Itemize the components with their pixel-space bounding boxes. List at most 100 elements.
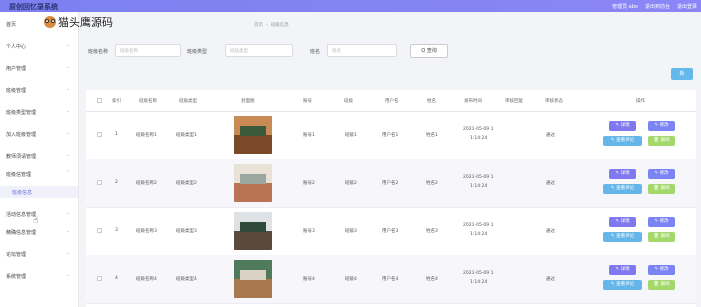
row-checkbox[interactable] xyxy=(97,132,102,137)
cell-index: 1 xyxy=(115,132,118,137)
th-class: 班级 xyxy=(344,99,353,104)
cell-status: 通过 xyxy=(546,277,555,282)
cell-account: 账号3 xyxy=(303,229,315,234)
sidebar-item-join-class[interactable]: 加入班级管理 ⌄ xyxy=(0,128,78,140)
cell-type: 班级类型3 xyxy=(176,229,197,234)
cell-status: 通过 xyxy=(546,181,555,186)
th-index: 索引 xyxy=(112,99,121,104)
class-name-input[interactable]: 班级名称 xyxy=(115,44,181,57)
breadcrumb-home[interactable]: 首页 xyxy=(254,23,263,28)
chevron-down-icon: ⌄ xyxy=(65,108,70,114)
detail-button[interactable]: ✎ 详情 xyxy=(609,217,636,227)
logout-link[interactable]: 退出登录 xyxy=(677,3,697,10)
cell-account: 账号4 xyxy=(303,277,315,282)
cell-realname: 姓名1 xyxy=(426,133,438,138)
detail-button[interactable]: ✎ 详情 xyxy=(609,121,636,131)
table-row: 3 班级名称3 班级类型3 账号3 班级3 用户名3 姓名3 2021-05-0… xyxy=(86,207,696,256)
header-links: 管理员 abo 退出到前台 退出登录 xyxy=(612,3,697,10)
cell-name: 班级名称3 xyxy=(136,229,157,234)
sidebar-item-teacher[interactable]: 教师须请管理 ⌄ xyxy=(0,150,78,162)
cell-realname: 姓名4 xyxy=(426,277,438,282)
view-comments-button[interactable]: ✎ 查看评论 xyxy=(603,280,642,290)
top-bar: 原创回忆录系统 管理员 abo 退出到前台 退出登录 xyxy=(0,0,701,12)
class-input[interactable]: 班名 xyxy=(327,44,397,57)
class-type-input[interactable]: 班级类型 xyxy=(225,44,293,57)
table-row: 2 班级名称2 班级类型2 账号2 班级2 用户名2 姓名2 2021-05-0… xyxy=(86,159,696,208)
cell-class: 班级4 xyxy=(345,277,357,282)
breadcrumb-current: 班级信息 xyxy=(270,23,289,28)
cell-username: 用户名4 xyxy=(382,277,399,282)
row-checkbox[interactable] xyxy=(97,228,102,233)
cell-status: 通过 xyxy=(546,229,555,234)
cell-class: 班级2 xyxy=(345,181,357,186)
table-header: 索引 班级名称 班级类型 封面图 账号 班级 用户名 姓名 发布时间 审核回复 … xyxy=(86,90,696,112)
chevron-down-icon: ⌄ xyxy=(65,86,70,92)
cell-realname: 姓名2 xyxy=(426,181,438,186)
row-checkbox[interactable] xyxy=(97,276,102,281)
th-account: 账号 xyxy=(303,99,312,104)
cell-name: 班级名称1 xyxy=(136,133,157,138)
cover-image xyxy=(234,164,272,202)
th-name: 班级名称 xyxy=(139,99,157,104)
cursor-hand-icon: ☝ xyxy=(33,216,39,226)
watermark: 猫头鹰源码 xyxy=(44,14,113,30)
chevron-down-icon: ⌄ xyxy=(65,152,70,158)
th-username: 用户名 xyxy=(385,99,399,104)
sidebar-item-forum[interactable]: 论坛管理 ⌄ xyxy=(0,248,78,260)
chevron-down-icon: ⌄ xyxy=(65,42,70,48)
view-comments-button[interactable]: ✎ 查看评论 xyxy=(603,232,642,242)
search-button[interactable]: Q 查询 xyxy=(410,44,448,58)
cell-time-date: 2021-05-09 1 xyxy=(463,175,494,180)
detail-button[interactable]: ✎ 详情 xyxy=(609,169,636,179)
sidebar-item-class-info[interactable]: 班级信息 xyxy=(0,186,78,198)
delete-button[interactable]: 🗑 删除 xyxy=(648,232,675,242)
cell-index: 4 xyxy=(115,276,118,281)
sidebar-item-profile[interactable]: 个人中心 ⌄ xyxy=(0,40,78,52)
cell-time-date: 2021-05-09 1 xyxy=(463,127,494,132)
chevron-down-icon: ⌄ xyxy=(65,250,70,256)
cell-type: 班级类型2 xyxy=(176,181,197,186)
front-link[interactable]: 退出到前台 xyxy=(645,3,670,10)
table-row: 1 班级名称1 班级类型1 账号1 班级1 用户名1 姓名1 2021-05-0… xyxy=(86,111,696,160)
sidebar-item-class[interactable]: 班级管理 ⌄ xyxy=(0,84,78,96)
sidebar-item-users[interactable]: 用户管理 ⌄ xyxy=(0,62,78,74)
edit-button[interactable]: ✎ 修改 xyxy=(648,217,675,227)
cell-status: 通过 xyxy=(546,133,555,138)
cell-index: 3 xyxy=(115,228,118,233)
th-reply: 审核回复 xyxy=(505,99,523,104)
chevron-down-icon: ⌄ xyxy=(65,210,70,216)
row-checkbox[interactable] xyxy=(97,180,102,185)
user-label: 管理员 abo xyxy=(612,4,638,10)
view-comments-button[interactable]: ✎ 查看评论 xyxy=(603,136,642,146)
delete-button[interactable]: 🗑 删除 xyxy=(648,280,675,290)
delete-button[interactable]: 🗑 删除 xyxy=(648,136,675,146)
th-type: 班级类型 xyxy=(179,99,197,104)
sidebar-item-activity[interactable]: 活动信息管理 ⌄ xyxy=(0,208,78,220)
edit-button[interactable]: ✎ 修改 xyxy=(648,265,675,275)
select-all-checkbox[interactable] xyxy=(97,98,102,103)
cell-time-clock: 1:14:24 xyxy=(470,136,488,141)
cell-class: 班级1 xyxy=(345,133,357,138)
cell-time-date: 2021-05-09 1 xyxy=(463,271,494,276)
cell-account: 账号1 xyxy=(303,133,315,138)
cell-realname: 姓名3 xyxy=(426,229,438,234)
cell-time-clock: 1:14:24 xyxy=(470,280,488,285)
edit-button[interactable]: ✎ 修改 xyxy=(648,121,675,131)
search-label-type: 班级类型 xyxy=(187,49,208,55)
th-time: 发布时间 xyxy=(464,99,482,104)
view-comments-button[interactable]: ✎ 查看评论 xyxy=(603,184,642,194)
detail-button[interactable]: ✎ 详情 xyxy=(609,265,636,275)
cover-image xyxy=(234,260,272,298)
breadcrumb: 首页 › 班级信息 xyxy=(254,23,289,28)
th-realname: 姓名 xyxy=(427,99,436,104)
sidebar-item-class-info-mgmt[interactable]: 班级信管理 ⌃ xyxy=(0,168,78,180)
th-status: 审核状态 xyxy=(545,99,563,104)
add-button[interactable]: 新 xyxy=(671,68,693,80)
cell-username: 用户名1 xyxy=(382,133,399,138)
sidebar-item-system[interactable]: 系统管理 ⌄ xyxy=(0,270,78,282)
sidebar-item-precise[interactable]: 精确信息管理 ⌄ xyxy=(0,226,78,238)
sidebar-item-class-type[interactable]: 班级类型管理 ⌄ xyxy=(0,106,78,118)
delete-button[interactable]: 🗑 删除 xyxy=(648,184,675,194)
edit-button[interactable]: ✎ 修改 xyxy=(648,169,675,179)
watermark-text: 猫头鹰源码 xyxy=(58,16,113,29)
